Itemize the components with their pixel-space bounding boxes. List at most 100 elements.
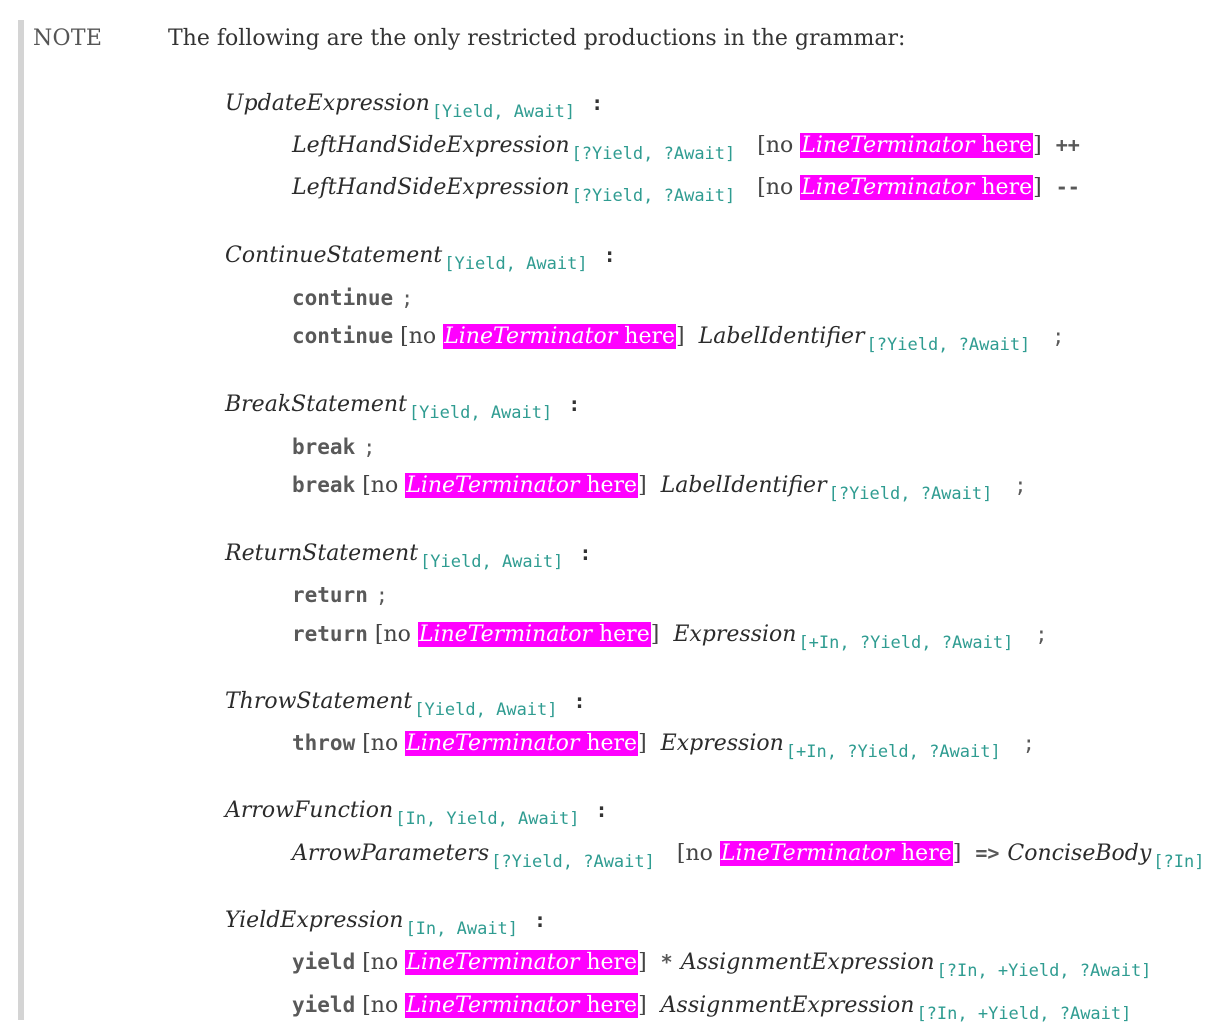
production-colon: :: [579, 541, 592, 565]
keyword-token: continue: [292, 324, 394, 348]
restriction-here: here: [981, 133, 1033, 158]
rhs-nonterminal[interactable]: LeftHandSideExpression: [292, 133, 570, 158]
rhs-line: LeftHandSideExpression [?Yield, ?Await] [n…: [292, 172, 1080, 206]
line-terminator-nonterminal[interactable]: LineTerminator: [444, 324, 617, 349]
rhs-nonterminal[interactable]: ConciseBody: [1007, 841, 1151, 866]
production-break-statement: BreakStatement [Yield, Await]:: [225, 389, 580, 423]
line-terminator-nonterminal[interactable]: LineTerminator: [406, 473, 579, 498]
line-terminator-nonterminal[interactable]: LineTerminator: [406, 993, 579, 1018]
rhs-nonterminal[interactable]: LabelIdentifier: [699, 324, 865, 349]
lhs-params: [In, Await]: [405, 919, 519, 939]
rhs-nonterminal[interactable]: Expression: [661, 731, 784, 756]
restriction-close: ]: [638, 993, 647, 1018]
restriction-highlight: LineTerminator here: [800, 175, 1034, 200]
semicolon-token: ;: [401, 286, 414, 310]
semicolon-token: ;: [1014, 473, 1027, 497]
rhs-params: [?Yield, ?Await]: [491, 852, 655, 872]
rhs-line: ArrowParameters [?Yield, ?Await] [no LineT…: [292, 838, 1205, 872]
restriction-close: ]: [638, 950, 647, 975]
production-colon: :: [595, 798, 608, 822]
restriction-here: here: [586, 473, 638, 498]
rhs-line: yield [no LineTerminator here] Assignment…: [292, 990, 1132, 1024]
rhs-params: [?Yield, ?Await]: [571, 186, 736, 206]
line-terminator-nonterminal[interactable]: LineTerminator: [406, 731, 579, 756]
keyword-token: yield: [292, 950, 356, 974]
restriction-open: [no: [374, 622, 411, 647]
arrow-token: =>: [975, 841, 1000, 865]
production-yield-expression: YieldExpression [In, Await]:: [225, 905, 547, 939]
restriction-here: here: [598, 622, 650, 647]
rhs-params: [+In, ?Yield, ?Await]: [785, 742, 1001, 762]
lhs-nonterminal[interactable]: ThrowStatement: [225, 689, 412, 714]
rhs-nonterminal[interactable]: LeftHandSideExpression: [292, 175, 570, 200]
keyword-token: break: [292, 435, 356, 459]
rhs-params: [?In, +Yield, ?Await]: [936, 961, 1152, 981]
keyword-token: throw: [292, 731, 356, 755]
rhs-line: throw [no LineTerminator here] Expression…: [292, 728, 1035, 762]
lhs-params: [In, Yield, Await]: [395, 809, 580, 829]
lhs-nonterminal[interactable]: ReturnStatement: [225, 541, 418, 566]
restriction-close: ]: [1033, 175, 1042, 200]
restriction-open: [no: [757, 133, 794, 158]
rhs-nonterminal[interactable]: AssignmentExpression: [661, 993, 915, 1018]
keyword-token: return: [292, 583, 368, 607]
lhs-nonterminal[interactable]: UpdateExpression: [225, 91, 430, 116]
rhs-nonterminal[interactable]: Expression: [673, 622, 796, 647]
semicolon-token: ;: [1052, 324, 1065, 348]
rhs-nonterminal[interactable]: ArrowParameters: [292, 841, 489, 866]
restriction-close: ]: [650, 622, 660, 647]
lhs-params: [Yield, Await]: [444, 254, 588, 274]
restriction-highlight: LineTerminator here: [719, 841, 953, 866]
restriction-open: [no: [362, 950, 399, 975]
restriction-highlight: LineTerminator here: [405, 731, 639, 756]
rhs-nonterminal[interactable]: LabelIdentifier: [661, 473, 827, 498]
production-colon: :: [534, 908, 547, 932]
rhs-line: return [no LineTerminator here] Expressio…: [292, 619, 1047, 653]
restriction-close: ]: [638, 731, 647, 756]
asterisk-token: *: [660, 950, 673, 974]
restriction-highlight: LineTerminator here: [405, 993, 639, 1018]
rhs-params: [+In, ?Yield, ?Await]: [798, 633, 1014, 653]
lhs-params: [Yield, Await]: [408, 403, 553, 423]
rhs-params: [?Yield, ?Await]: [571, 144, 736, 164]
restriction-highlight: LineTerminator here: [405, 473, 639, 498]
rhs-line: LeftHandSideExpression [?Yield, ?Await] [n…: [292, 130, 1080, 164]
line-terminator-nonterminal[interactable]: LineTerminator: [419, 622, 592, 647]
production-throw-statement: ThrowStatement [Yield, Await]:: [225, 686, 586, 720]
line-terminator-nonterminal[interactable]: LineTerminator: [721, 841, 894, 866]
note-sidebar-bar: [18, 20, 24, 1020]
operator-token: --: [1055, 175, 1080, 199]
keyword-token: break: [292, 473, 356, 497]
line-terminator-nonterminal[interactable]: LineTerminator: [406, 950, 579, 975]
keyword-token: return: [292, 622, 368, 646]
lhs-params: [Yield, Await]: [420, 552, 564, 572]
restriction-close: ]: [638, 473, 647, 498]
rhs-params: [?Yield, ?Await]: [828, 484, 993, 504]
production-update-expression: UpdateExpression [Yield, Await]:: [225, 88, 603, 122]
restriction-here: here: [586, 950, 638, 975]
production-colon: :: [573, 689, 586, 713]
rhs-line: continue;: [292, 283, 413, 314]
line-terminator-nonterminal[interactable]: LineTerminator: [801, 133, 974, 158]
rhs-params: [?Yield, ?Await]: [866, 335, 1031, 355]
semicolon-token: ;: [1022, 731, 1035, 755]
rhs-line: break;: [292, 432, 375, 463]
lhs-nonterminal[interactable]: ArrowFunction: [225, 798, 393, 823]
rhs-params: [?In]: [1153, 852, 1205, 872]
production-return-statement: ReturnStatement [Yield, Await]:: [225, 538, 592, 572]
rhs-line: break [no LineTerminator here] LabelIdent…: [292, 470, 1027, 504]
rhs-params: [?In, +Yield, ?Await]: [916, 1004, 1132, 1024]
production-arrow-function: ArrowFunction [In, Yield, Await]:: [225, 795, 608, 829]
rhs-line: yield [no LineTerminator here] * Assignmen…: [292, 947, 1152, 981]
lhs-nonterminal[interactable]: ContinueStatement: [225, 243, 442, 268]
restriction-here: here: [981, 175, 1033, 200]
lhs-nonterminal[interactable]: BreakStatement: [225, 392, 407, 417]
keyword-token: yield: [292, 993, 356, 1017]
production-colon: :: [603, 243, 616, 267]
restriction-here: here: [586, 731, 638, 756]
rhs-nonterminal[interactable]: AssignmentExpression: [681, 950, 935, 975]
line-terminator-nonterminal[interactable]: LineTerminator: [801, 175, 974, 200]
lhs-nonterminal[interactable]: YieldExpression: [225, 908, 403, 933]
operator-token: ++: [1055, 133, 1080, 157]
restriction-here: here: [624, 324, 676, 349]
